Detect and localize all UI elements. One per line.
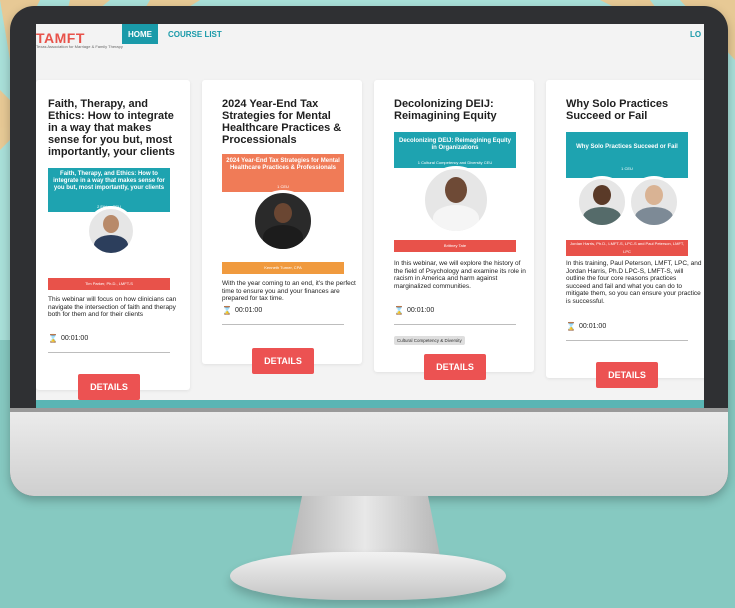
course-title[interactable]: 2024 Year-End Tax Strategies for Mental …	[222, 98, 356, 146]
course-card-1: Faith, Therapy, and Ethics: How to integ…	[36, 80, 190, 390]
course-description: With the year coming to an end, it's the…	[222, 280, 356, 302]
details-button-4[interactable]: DETAILS	[596, 362, 658, 388]
monitor-stand-base	[230, 552, 506, 600]
course-description: In this webinar, we will explore the his…	[394, 260, 526, 290]
course-thumbnail[interactable]: Faith, Therapy, and Ethics: How to integ…	[48, 168, 170, 290]
details-button-1[interactable]: DETAILS	[78, 374, 140, 400]
card-divider	[394, 324, 516, 325]
screen: TAMFT Texas Association for Marriage & F…	[36, 24, 704, 408]
presenter-photo	[86, 206, 136, 256]
course-title[interactable]: Faith, Therapy, and Ethics: How to integ…	[48, 98, 184, 158]
card-divider	[48, 352, 170, 353]
presenter-photo	[252, 190, 314, 252]
hourglass-icon: ⌛	[222, 306, 232, 315]
nav-login-link[interactable]: LO	[690, 30, 701, 39]
category-tag[interactable]: Cultural Competency & Diversity	[394, 336, 465, 345]
presenter-photo	[422, 166, 490, 234]
navbar: TAMFT Texas Association for Marriage & F…	[36, 24, 704, 50]
monitor-chin-edge	[10, 408, 728, 412]
logo-subtitle: Texas Association for Marriage & Family …	[36, 44, 123, 49]
course-thumbnail[interactable]: 2024 Year-End Tax Strategies for Mental …	[222, 154, 344, 274]
presenter-photo-2	[628, 176, 680, 228]
course-duration: ⌛ 00:01:00	[222, 306, 263, 315]
screen-bottom-strip	[36, 400, 704, 408]
hourglass-icon: ⌛	[48, 334, 58, 343]
course-thumbnail[interactable]: Why Solo Practices Succeed or Fail 1 CEU…	[566, 132, 688, 258]
hourglass-icon: ⌛	[566, 322, 576, 331]
monitor-chin	[10, 410, 728, 496]
card-divider	[566, 340, 688, 341]
course-title[interactable]: Why Solo Practices Succeed or Fail	[566, 98, 696, 122]
presenter-photo-1	[576, 176, 628, 228]
course-description: In this training, Paul Peterson, LMFT, L…	[566, 260, 702, 305]
course-title[interactable]: Decolonizing DEIJ: Reimagining Equity	[394, 98, 528, 122]
course-card-3: Decolonizing DEIJ: Reimagining Equity De…	[374, 80, 534, 372]
details-button-2[interactable]: DETAILS	[252, 348, 314, 374]
nav-home-tab[interactable]: HOME	[122, 24, 158, 44]
course-duration: ⌛ 00:01:00	[394, 306, 435, 315]
course-thumbnail[interactable]: Decolonizing DEIJ: Reimagining Equity in…	[394, 132, 516, 252]
details-button-3[interactable]: DETAILS	[424, 354, 486, 380]
course-card-2: 2024 Year-End Tax Strategies for Mental …	[202, 80, 362, 364]
hourglass-icon: ⌛	[394, 306, 404, 315]
course-description: This webinar will focus on how clinician…	[48, 296, 177, 318]
course-duration: ⌛ 00:01:00	[48, 334, 89, 343]
course-duration: ⌛ 00:01:00	[566, 322, 607, 331]
monitor-stand-neck	[290, 496, 440, 556]
course-card-4: Why Solo Practices Succeed or Fail Why S…	[546, 80, 704, 378]
card-divider	[222, 324, 344, 325]
nav-course-list-link[interactable]: COURSE LIST	[168, 30, 222, 39]
